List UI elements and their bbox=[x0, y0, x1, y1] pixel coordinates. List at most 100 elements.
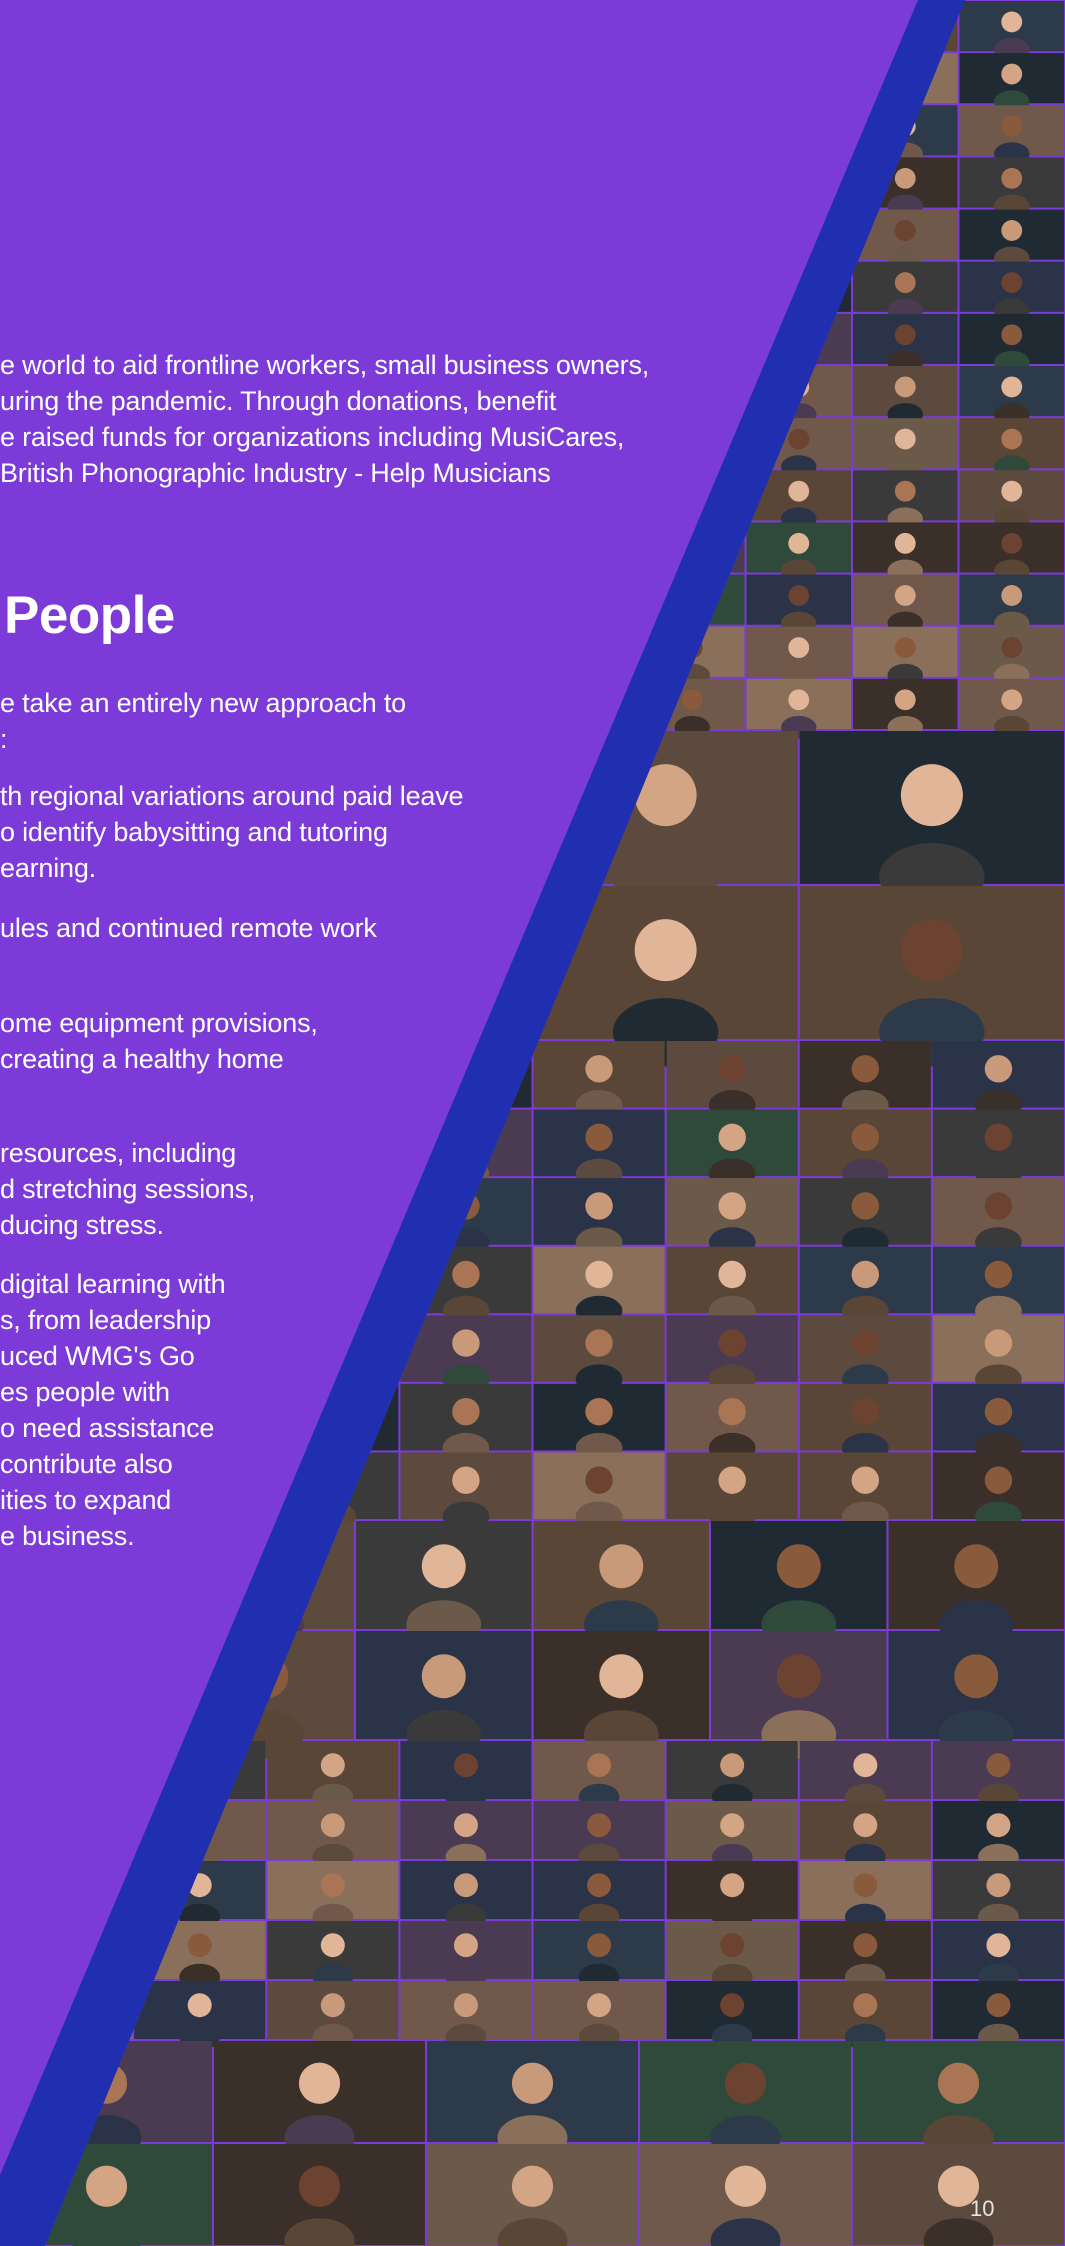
participant-body bbox=[45, 90, 71, 114]
participant-body bbox=[355, 559, 391, 583]
participant-tile bbox=[320, 522, 425, 573]
participant-body bbox=[568, 194, 604, 218]
participant-face bbox=[894, 220, 916, 241]
participant-face bbox=[720, 1873, 745, 1898]
participant-face bbox=[587, 1873, 612, 1898]
participant-body bbox=[142, 507, 178, 531]
participant-body bbox=[248, 298, 284, 322]
participant-face bbox=[585, 1055, 613, 1083]
participant-face bbox=[587, 1933, 612, 1958]
participant-tile bbox=[267, 1178, 399, 1245]
participant-face bbox=[468, 324, 490, 346]
participant-body bbox=[176, 1090, 224, 1121]
list-item-remote-work: ules and continued remote work bbox=[0, 910, 377, 946]
participant-face bbox=[853, 1813, 878, 1838]
participant-body bbox=[51, 1600, 127, 1649]
participant-face bbox=[718, 1397, 746, 1426]
participant-body bbox=[674, 350, 710, 374]
participant-body bbox=[355, 298, 391, 322]
participant-body bbox=[248, 507, 284, 531]
participant-body bbox=[248, 559, 284, 583]
participant-face bbox=[986, 1813, 1011, 1838]
participant-face bbox=[853, 1753, 878, 1778]
participant-face bbox=[45, 115, 64, 137]
participant-face bbox=[362, 115, 384, 137]
participant-face bbox=[776, 1544, 821, 1589]
participant-face bbox=[1001, 480, 1023, 502]
participant-tile bbox=[746, 105, 851, 156]
participant-body bbox=[781, 142, 817, 166]
participant-tile bbox=[427, 261, 532, 312]
participant-face bbox=[984, 1055, 1013, 1083]
participant-tile bbox=[214, 574, 319, 625]
participant-face bbox=[453, 1813, 478, 1838]
participant-face bbox=[1001, 689, 1023, 711]
participant-face bbox=[587, 1993, 612, 2018]
participant-tile bbox=[746, 1, 851, 52]
video-call-collage bbox=[0, 0, 1064, 2246]
participant-body bbox=[46, 1783, 87, 1811]
participant-tile bbox=[640, 209, 745, 260]
participant-tile bbox=[45, 522, 106, 573]
lead-line: e take an entirely new approach to bbox=[0, 688, 406, 718]
item-line: digital learning with bbox=[0, 1269, 226, 1299]
participant-face bbox=[187, 1993, 212, 2018]
participant-body bbox=[461, 611, 497, 635]
participant-face bbox=[937, 2062, 980, 2104]
section-lead: e take an entirely new approach to : bbox=[0, 685, 406, 757]
item-line: ducing stress. bbox=[0, 1210, 164, 1240]
participant-body bbox=[142, 663, 178, 687]
participant-face bbox=[575, 63, 597, 85]
participant-body bbox=[461, 142, 497, 166]
participant-face bbox=[585, 1192, 613, 1220]
participant-face bbox=[788, 689, 810, 711]
participant-face bbox=[718, 1260, 746, 1289]
participant-face bbox=[788, 428, 810, 450]
participant-body bbox=[355, 142, 391, 166]
participant-face bbox=[54, 1933, 79, 1958]
participant-face bbox=[1001, 63, 1023, 85]
participant-face bbox=[575, 167, 597, 189]
participant-face bbox=[1001, 428, 1023, 450]
item-line: s, from leadership bbox=[0, 1305, 211, 1335]
participant-face bbox=[575, 11, 597, 33]
participant-face bbox=[255, 637, 277, 659]
list-item-wellness: resources, including d stretching sessio… bbox=[0, 1135, 255, 1243]
participant-face bbox=[362, 63, 384, 85]
participant-face bbox=[984, 1329, 1013, 1357]
participant-face bbox=[362, 585, 384, 606]
item-line: uced WMG's Go bbox=[0, 1341, 195, 1371]
participant-face bbox=[984, 1466, 1013, 1494]
participant-body bbox=[45, 194, 71, 218]
participant-face bbox=[599, 1654, 644, 1699]
participant-body bbox=[309, 1227, 357, 1258]
item-line: ules and continued remote work bbox=[0, 913, 377, 943]
participant-face bbox=[599, 1544, 644, 1589]
participant-body bbox=[355, 663, 391, 687]
participant-face bbox=[320, 1813, 345, 1838]
participant-tile bbox=[214, 157, 319, 208]
participant-body bbox=[51, 1710, 127, 1759]
participant-face bbox=[894, 428, 916, 450]
participant-tile bbox=[320, 574, 425, 625]
participant-face bbox=[1001, 637, 1023, 659]
participant-face bbox=[575, 272, 597, 294]
participant-tile bbox=[267, 1109, 399, 1177]
participant-face bbox=[984, 1260, 1013, 1289]
participant-face bbox=[1001, 167, 1023, 189]
participant-body bbox=[355, 194, 391, 218]
participant-tile bbox=[45, 1801, 133, 1859]
participant-face bbox=[720, 1993, 745, 2018]
participant-face bbox=[585, 1123, 613, 1152]
participant-face bbox=[45, 167, 64, 189]
participant-tile bbox=[45, 209, 106, 260]
participant-body bbox=[461, 194, 497, 218]
participant-body bbox=[674, 455, 710, 479]
intro-paragraph: e world to aid frontline workers, small … bbox=[0, 347, 649, 491]
participant-face bbox=[452, 1397, 480, 1426]
participant-tile bbox=[107, 1, 212, 52]
participant-body bbox=[142, 194, 178, 218]
participant-face bbox=[986, 1933, 1011, 1958]
participant-face bbox=[718, 1329, 746, 1357]
participant-face bbox=[1001, 272, 1023, 294]
